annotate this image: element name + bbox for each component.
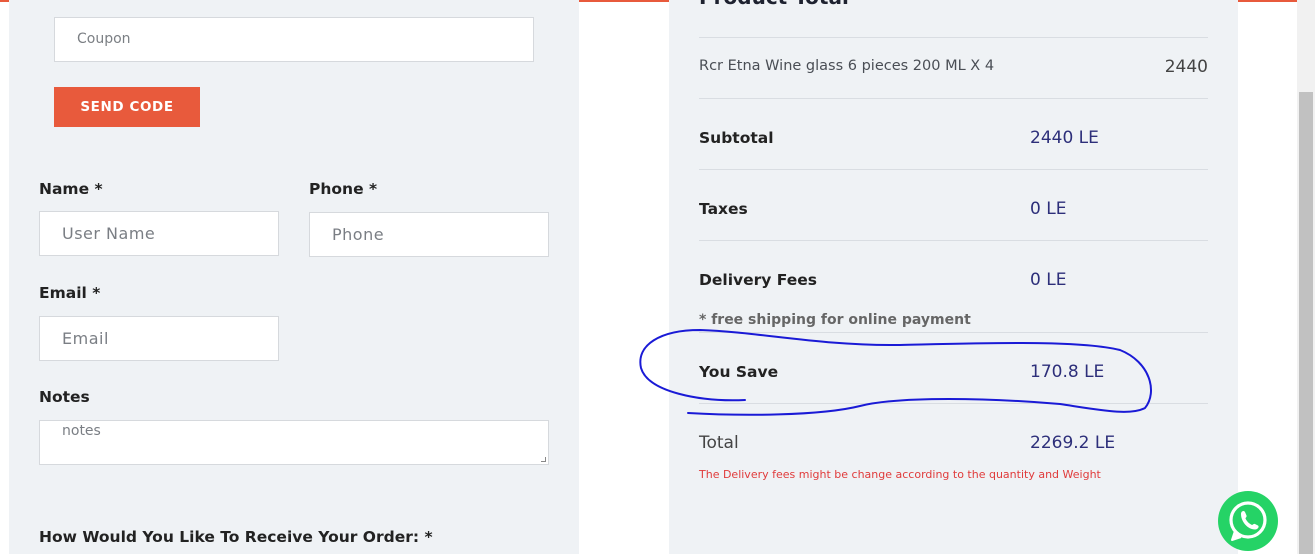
notes-textarea[interactable]: notes <box>39 420 549 465</box>
email-label: Email * <box>39 284 101 302</box>
you-save-label: You Save <box>699 363 779 381</box>
subtotal-label: Subtotal <box>699 129 774 147</box>
order-summary: Product Total Rcr Etna Wine glass 6 piec… <box>669 0 1238 554</box>
whatsapp-icon[interactable] <box>1217 490 1279 552</box>
coupon-input[interactable]: Coupon <box>54 17 534 62</box>
checkout-form: Coupon SEND CODE Name * User Name Phone … <box>9 0 579 554</box>
divider <box>699 403 1208 404</box>
taxes-label: Taxes <box>699 200 748 218</box>
you-save-value: 170.8 LE <box>1030 362 1105 382</box>
divider <box>699 98 1208 99</box>
cart-item-price: 2440 <box>1164 57 1208 77</box>
free-shipping-note: * free shipping for online payment <box>699 312 971 328</box>
divider <box>699 240 1208 241</box>
cart-item-name: Rcr Etna Wine glass 6 pieces 200 ML X 4 <box>699 58 995 74</box>
subtotal-value: 2440 LE <box>1030 128 1099 148</box>
resize-handle-icon[interactable] <box>541 457 546 462</box>
delivery-fees-label: Delivery Fees <box>699 271 817 289</box>
total-label: Total <box>699 433 739 453</box>
delivery-warning: The Delivery fees might be change accord… <box>699 468 1101 481</box>
phone-input[interactable]: Phone <box>309 212 549 257</box>
receive-method-label: How Would You Like To Receive Your Order… <box>39 528 433 546</box>
name-label: Name * <box>39 180 103 198</box>
summary-title: Product Total <box>699 0 849 9</box>
phone-label: Phone * <box>309 180 378 198</box>
send-code-button[interactable]: SEND CODE <box>54 87 200 127</box>
total-value: 2269.2 LE <box>1030 433 1116 453</box>
name-input[interactable]: User Name <box>39 211 279 256</box>
taxes-value: 0 LE <box>1030 199 1067 219</box>
delivery-fees-value: 0 LE <box>1030 270 1067 290</box>
notes-placeholder: notes <box>62 423 101 439</box>
divider <box>699 169 1208 170</box>
email-input[interactable]: Email <box>39 316 279 361</box>
divider <box>699 37 1208 38</box>
divider <box>699 332 1208 333</box>
scrollbar-thumb[interactable] <box>1299 92 1313 554</box>
notes-label: Notes <box>39 388 90 406</box>
